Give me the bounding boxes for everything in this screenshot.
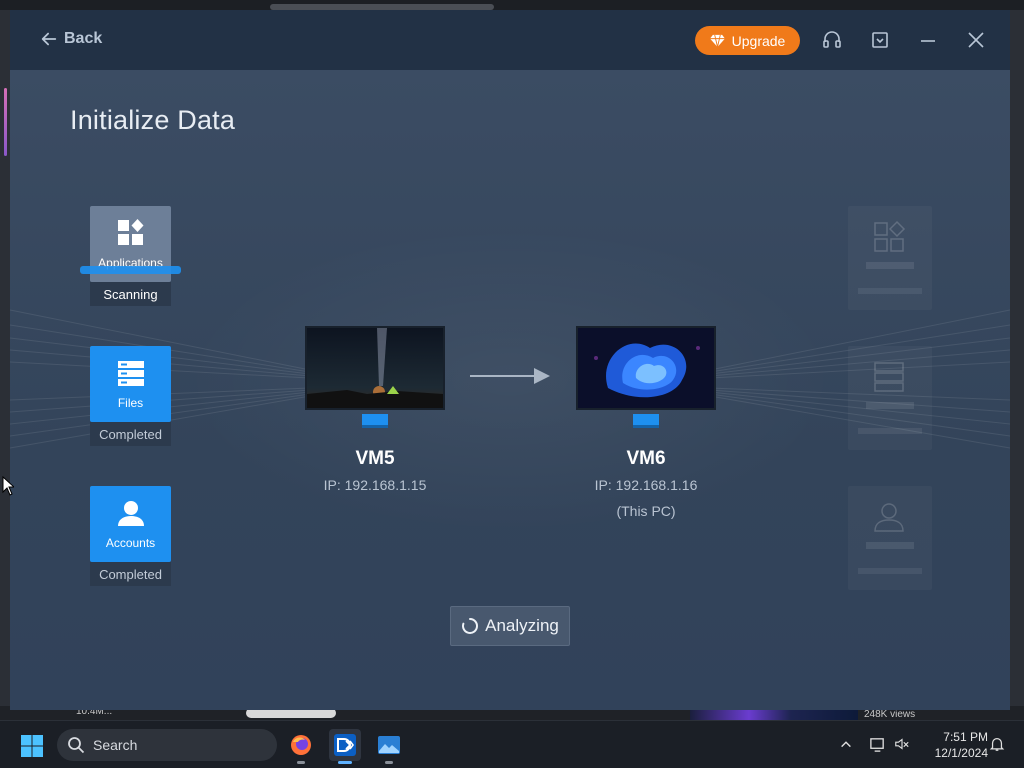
files-icon bbox=[874, 362, 904, 392]
taskbar-search[interactable]: Search bbox=[57, 729, 277, 761]
analyzing-button[interactable]: Analyzing bbox=[450, 606, 570, 646]
close-button[interactable] bbox=[964, 28, 988, 52]
source-pc-ip: IP: 192.168.1.15 bbox=[323, 477, 427, 493]
category-label: Accounts bbox=[105, 536, 156, 550]
bell-icon bbox=[989, 738, 1005, 751]
category-tile: Accounts bbox=[90, 486, 171, 562]
taskbar-firefox[interactable] bbox=[285, 729, 317, 764]
target-pc-name: VM6 bbox=[626, 448, 666, 469]
scanning-progress-bar bbox=[80, 266, 181, 274]
this-pc-note: (This PC) bbox=[616, 503, 676, 519]
back-label: Back bbox=[64, 30, 103, 47]
placeholder-line bbox=[858, 428, 922, 434]
photos-icon bbox=[378, 736, 400, 754]
taskbar-photos[interactable] bbox=[373, 729, 405, 764]
running-indicator bbox=[297, 761, 305, 764]
clock[interactable]: 7:51 PM 12/1/2024 bbox=[918, 729, 988, 761]
night-sky-wallpaper-icon bbox=[307, 328, 443, 408]
transfer-arrow-icon bbox=[470, 368, 550, 384]
search-placeholder: Search bbox=[93, 737, 138, 753]
category-accounts[interactable]: Accounts Completed bbox=[90, 486, 171, 586]
volume-status[interactable] bbox=[891, 733, 913, 755]
target-accounts-placeholder bbox=[848, 486, 932, 590]
title-bar: Back Upgrade bbox=[10, 10, 1010, 70]
speaker-muted-icon bbox=[895, 738, 909, 750]
mouse-cursor-icon bbox=[2, 476, 14, 496]
upgrade-label: Upgrade bbox=[731, 32, 786, 49]
app-window: Back Upgrade Initialize Data Application… bbox=[10, 10, 1010, 710]
apps-icon bbox=[117, 219, 143, 245]
back-button[interactable]: Back bbox=[40, 30, 102, 48]
background-views-text: 248K views bbox=[864, 709, 916, 720]
desktop-top-strip bbox=[0, 0, 1024, 10]
bloom-wallpaper-icon bbox=[578, 328, 714, 408]
network-status[interactable] bbox=[866, 733, 888, 755]
monitor-stand bbox=[633, 414, 659, 428]
target-files-placeholder bbox=[848, 346, 932, 450]
source-pc: VM5 IP: 192.168.1.15 bbox=[305, 326, 445, 526]
chevron-up-icon bbox=[841, 741, 851, 748]
running-indicator bbox=[385, 761, 393, 764]
monitor-stand bbox=[362, 414, 388, 428]
category-files[interactable]: Files Completed bbox=[90, 346, 171, 446]
placeholder-line bbox=[858, 288, 922, 294]
files-icon bbox=[117, 361, 144, 386]
category-status: Completed bbox=[90, 422, 171, 446]
support-button[interactable] bbox=[820, 28, 844, 52]
target-applications-placeholder bbox=[848, 206, 932, 310]
windows-logo-icon bbox=[21, 735, 43, 757]
taskbar-transfer-app[interactable] bbox=[329, 729, 361, 764]
minimize-icon bbox=[921, 40, 935, 42]
target-pc: VM6 IP: 192.168.1.16 (This PC) bbox=[576, 326, 716, 536]
transfer-app-icon bbox=[334, 734, 356, 756]
clock-date: 12/1/2024 bbox=[934, 746, 988, 760]
download-menu-button[interactable] bbox=[868, 28, 892, 52]
show-hidden-icons[interactable] bbox=[835, 733, 857, 755]
notifications-button[interactable] bbox=[986, 733, 1008, 755]
page-title: Initialize Data bbox=[70, 105, 236, 135]
search-icon bbox=[68, 737, 85, 754]
clock-time: 7:51 PM bbox=[943, 730, 988, 744]
placeholder-line bbox=[866, 262, 914, 269]
placeholder-line bbox=[866, 402, 914, 409]
taskbar: Search 7:51 PM 12/1/2024 bbox=[0, 720, 1024, 768]
user-icon bbox=[874, 503, 904, 532]
main-content: Initialize Data Applications Scanning Fi… bbox=[10, 70, 1010, 710]
download-box-icon bbox=[872, 32, 888, 48]
analyzing-label: Analyzing bbox=[485, 616, 559, 635]
target-pc-ip: IP: 192.168.1.16 bbox=[594, 477, 698, 493]
minimize-button[interactable] bbox=[916, 28, 940, 52]
close-icon bbox=[968, 32, 984, 48]
spinner-icon bbox=[462, 618, 479, 634]
category-status: Completed bbox=[90, 562, 171, 586]
placeholder-line bbox=[866, 542, 914, 549]
upgrade-button[interactable]: Upgrade bbox=[695, 26, 800, 55]
category-status: Scanning bbox=[90, 282, 171, 306]
category-label: Files bbox=[117, 396, 144, 410]
source-pc-name: VM5 bbox=[355, 448, 395, 469]
target-pc-screen bbox=[576, 326, 716, 410]
headset-icon bbox=[823, 31, 841, 48]
firefox-icon bbox=[291, 735, 311, 755]
placeholder-line bbox=[858, 568, 922, 574]
running-indicator bbox=[338, 761, 352, 764]
diamond-icon bbox=[709, 34, 725, 47]
network-icon bbox=[869, 737, 884, 752]
user-icon bbox=[117, 501, 144, 526]
category-tile: Files bbox=[90, 346, 171, 422]
start-button[interactable] bbox=[20, 734, 44, 758]
arrow-left-icon bbox=[41, 32, 57, 46]
source-pc-screen bbox=[305, 326, 445, 410]
apps-icon bbox=[874, 220, 906, 252]
background-window-accent bbox=[4, 88, 7, 156]
category-applications[interactable]: Applications Scanning bbox=[80, 206, 181, 306]
